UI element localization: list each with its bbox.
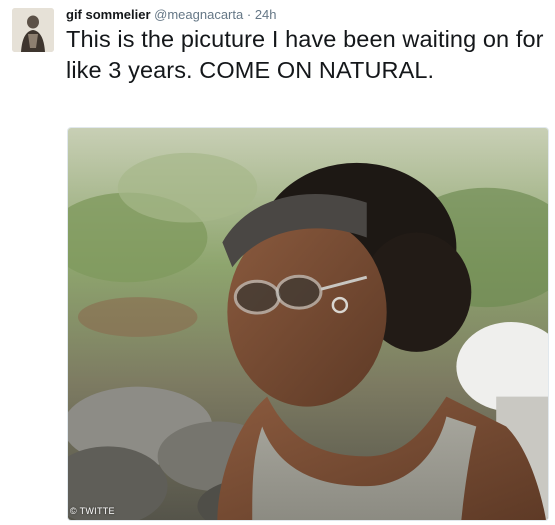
tweet-photo[interactable]: © TWITTE (67, 127, 549, 521)
tweet-header: gif sommelier @meagnacarta · 24h (66, 7, 547, 23)
avatar-image (12, 8, 54, 52)
tweet-card: gif sommelier @meagnacarta · 24h This is… (0, 0, 555, 525)
header-separator: · (246, 7, 252, 22)
tweet-text: This is the picuture I have been waiting… (66, 26, 544, 83)
tweet-timestamp[interactable]: 24h (255, 7, 277, 22)
user-avatar[interactable] (12, 8, 54, 52)
photo-watermark: © TWITTE (70, 506, 115, 516)
photo-image (68, 128, 548, 520)
user-handle[interactable]: @meagnacarta (154, 7, 243, 22)
display-name[interactable]: gif sommelier (66, 7, 151, 22)
